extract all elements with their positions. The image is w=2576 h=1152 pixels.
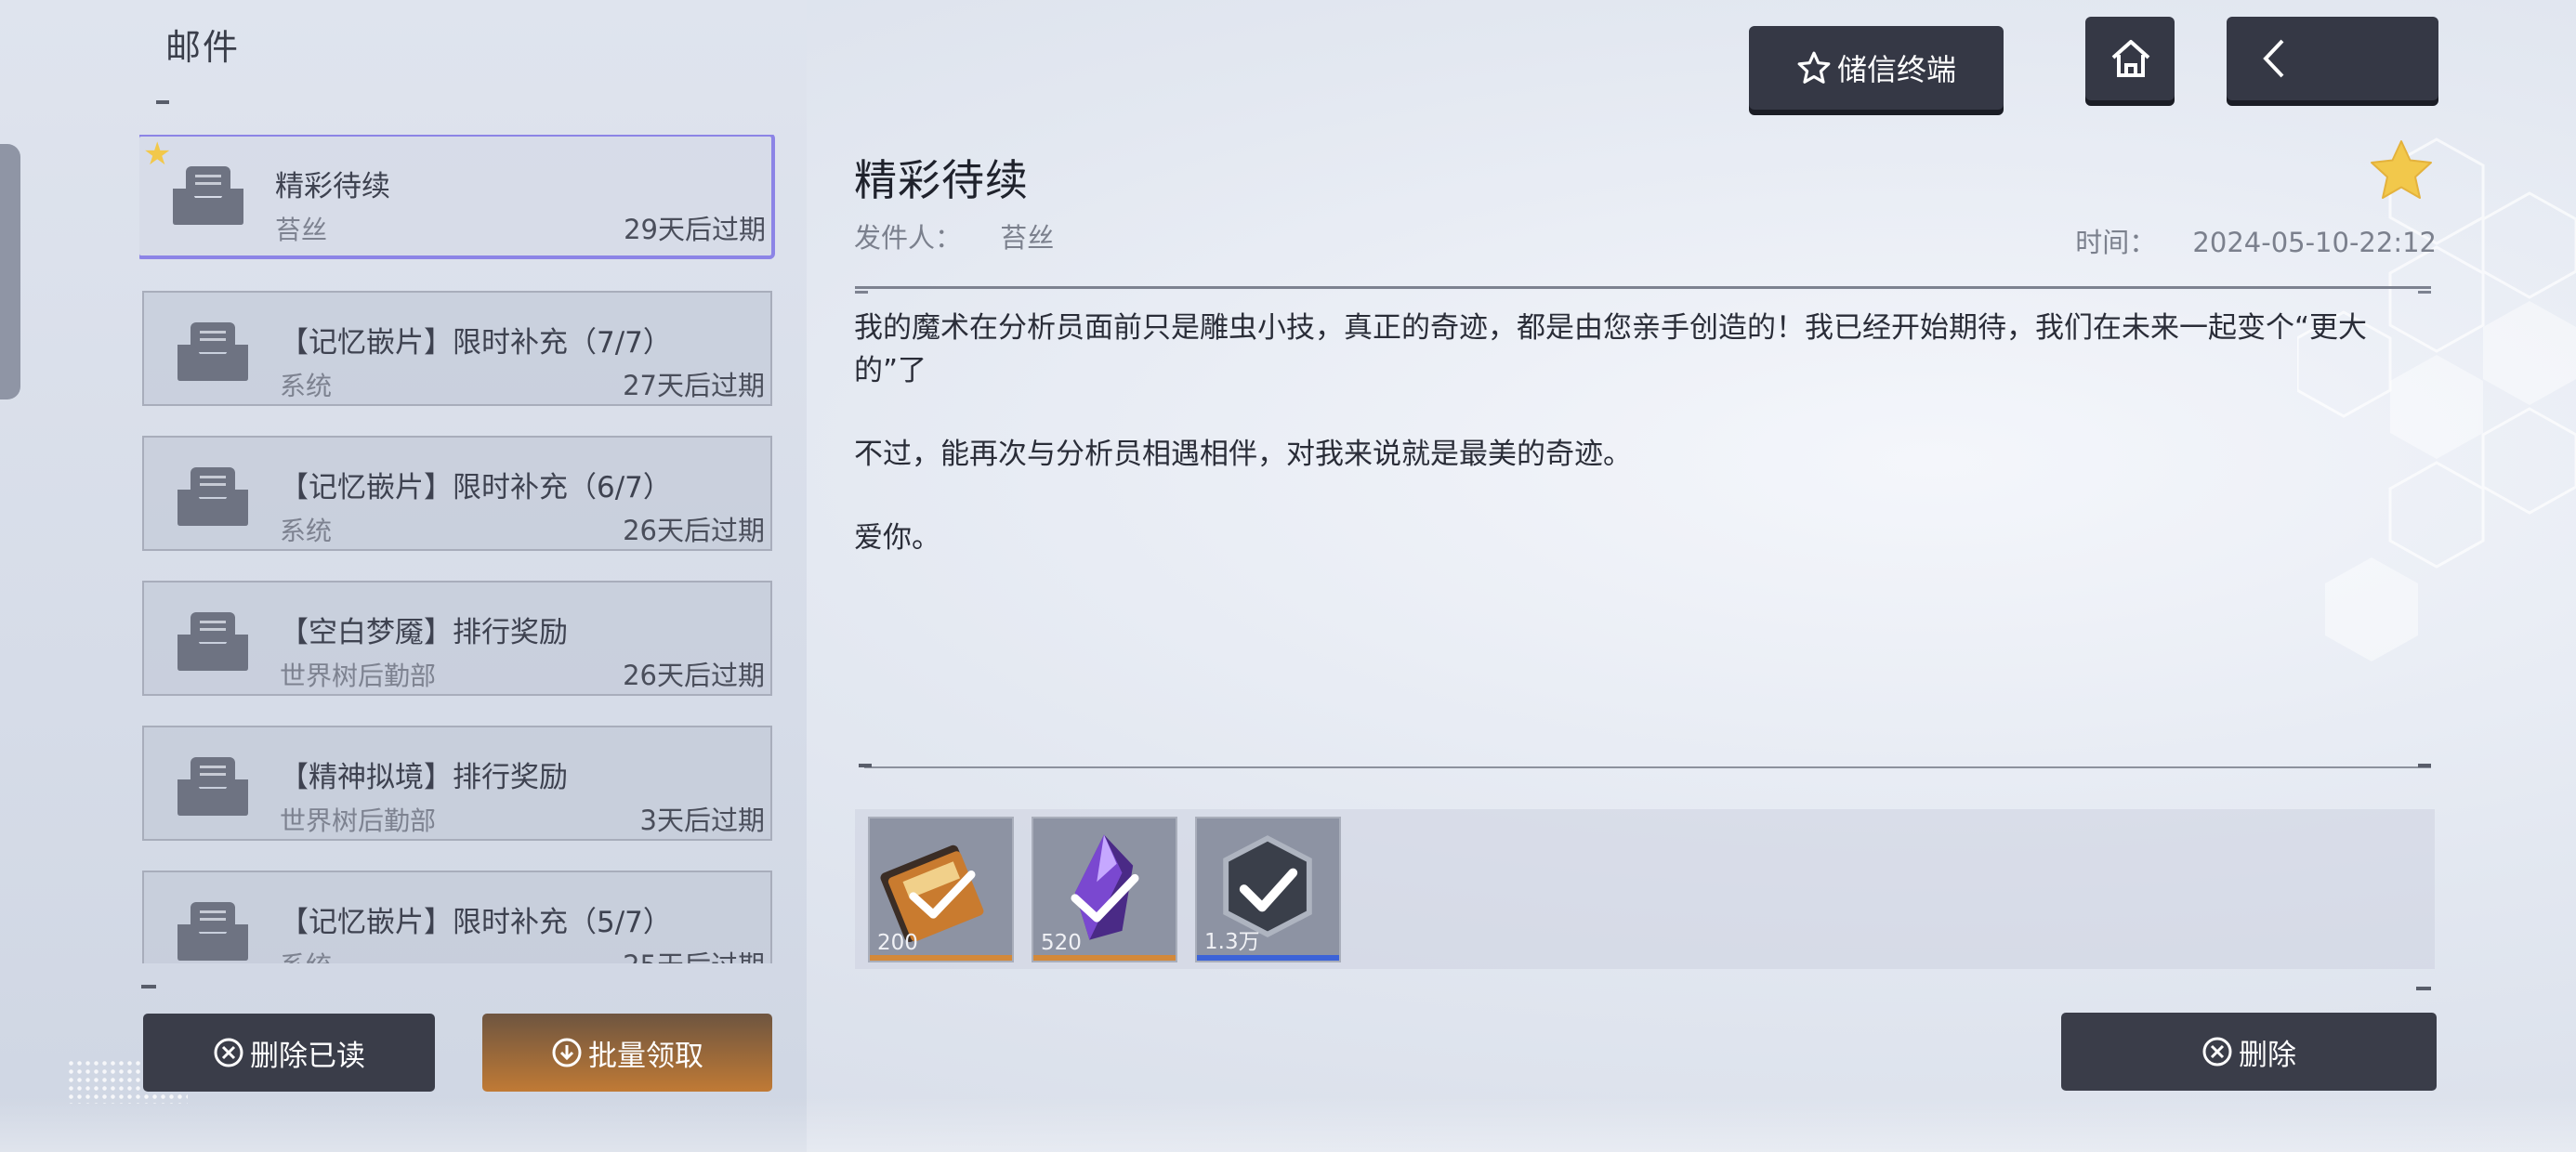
rarity-bar	[1197, 955, 1339, 961]
favorite-star-icon[interactable]	[2368, 137, 2435, 204]
mail-body-paragraph: 我的魔术在分析员面前只是雕虫小技，真正的奇迹，都是由您亲手创造的！我已经开始期待…	[854, 311, 2368, 387]
home-icon	[2111, 40, 2150, 77]
mail-detail-time: 时间： 2024-05-10-22:12	[2075, 221, 2437, 260]
mail-item-title: 【记忆嵌片】限时补充（7/7）	[280, 326, 672, 360]
mail-item-title: 【精神拟境】排行奖励	[280, 761, 568, 794]
page-title: 邮件	[165, 27, 241, 68]
mail-detail-title: 精彩待续	[854, 155, 1029, 205]
time-label: 时间：	[2075, 227, 2157, 258]
claim-all-button[interactable]: 批量领取	[482, 1014, 772, 1092]
mail-list-item[interactable]: 【记忆嵌片】限时补充（6/7） 系统 26天后过期	[142, 436, 772, 551]
starred-star-icon: ★	[143, 136, 172, 173]
mail-detail-sender: 发件人： 苔丝	[854, 216, 1054, 255]
mail-body: 我的魔术在分析员面前只是雕虫小技，真正的奇迹，都是由您亲手创造的！我已经开始期待…	[854, 307, 2415, 600]
mail-item-title: 精彩待续	[275, 170, 390, 203]
mail-item-expiry: 3天后过期	[639, 805, 765, 836]
mail-item-sender: 世界树后勤部	[280, 805, 437, 836]
delete-button[interactable]: 删除	[2061, 1013, 2437, 1091]
mail-list-item[interactable]: 【记忆嵌片】限时补充（5/7） 系统 25天后过期	[142, 871, 772, 963]
mail-item-expiry: 25天后过期	[623, 944, 765, 963]
close-circle-icon	[2202, 1037, 2232, 1067]
rarity-bar	[1033, 955, 1176, 961]
star-outline-icon	[1797, 51, 1831, 84]
side-drawer-tab[interactable]	[0, 144, 20, 399]
attachment-count: 520	[1041, 931, 1082, 955]
attachments-panel: 200 520 1.3万	[855, 809, 2435, 969]
mail-item-title: 【空白梦魇】排行奖励	[280, 616, 568, 649]
mail-list-item[interactable]: ★ 精彩待续苔丝 29天后过期	[139, 135, 775, 259]
rarity-bar	[870, 955, 1012, 961]
detail-divider-top	[855, 286, 2431, 294]
mail-item-expiry: 27天后过期	[623, 370, 765, 401]
delete-read-button[interactable]: 删除已读	[143, 1014, 435, 1092]
attachment-count: 200	[877, 931, 918, 955]
home-button[interactable]	[2085, 17, 2175, 100]
mail-item-sender: 系统	[280, 516, 333, 546]
title-tick-decoration	[156, 100, 169, 104]
mail-item-sender: 系统	[280, 946, 332, 963]
back-button[interactable]	[2227, 17, 2438, 100]
mailbox-tray-icon	[177, 757, 248, 816]
list-tick-decoration	[141, 985, 156, 988]
chevron-left-icon	[2263, 39, 2284, 78]
terminal-label: 储信终端	[1836, 52, 1956, 87]
mail-body-paragraph: 不过，能再次与分析员相遇相伴，对我来说就是最美的奇迹。	[854, 438, 1632, 471]
terminal-button[interactable]: 储信终端	[1749, 26, 2004, 110]
right-tick-decoration	[2416, 987, 2431, 990]
mailbox-tray-icon	[173, 166, 243, 225]
attachment-item[interactable]: 520	[1032, 817, 1177, 962]
mail-item-sender: 世界树后勤部	[280, 661, 437, 691]
mailbox-tray-icon	[177, 612, 248, 671]
claim-all-label: 批量领取	[588, 1039, 703, 1073]
delete-read-label: 删除已读	[250, 1039, 365, 1073]
mail-item-expiry: 26天后过期	[623, 515, 765, 546]
mail-list-item[interactable]: 【精神拟境】排行奖励 世界树后勤部 3天后过期	[142, 726, 772, 841]
mail-item-sender: 苔丝	[275, 215, 328, 245]
mail-body-paragraph: 爱你。	[854, 521, 940, 555]
attachment-count: 1.3万	[1204, 930, 1260, 954]
mail-item-expiry: 26天后过期	[623, 660, 765, 691]
attachment-item[interactable]: 200	[868, 817, 1014, 962]
attachment-item[interactable]: 1.3万	[1195, 817, 1341, 962]
mailbox-tray-icon	[177, 322, 248, 381]
mail-list[interactable]: ★ 精彩待续 苔丝 29天后过期 【记忆嵌片】限时补充（7/7） 系统 27天后过期 【记忆嵌…	[139, 135, 776, 963]
sender-label: 发件人：	[854, 222, 963, 254]
sender-name: 苔丝	[1000, 222, 1055, 254]
mail-list-item[interactable]: 【记忆嵌片】限时补充（7/7） 系统 27天后过期	[142, 291, 772, 406]
mail-item-expiry: 29天后过期	[624, 214, 766, 245]
close-circle-icon	[214, 1038, 243, 1067]
mailbox-tray-icon	[177, 467, 248, 526]
mailbox-tray-icon	[177, 902, 248, 961]
mail-item-title: 【记忆嵌片】限时补充（5/7）	[280, 906, 672, 939]
time-value: 2024-05-10-22:12	[2192, 227, 2437, 258]
bottom-glow-strip	[0, 1096, 2576, 1152]
download-circle-icon	[552, 1038, 582, 1067]
detail-divider-bottom	[859, 764, 2431, 768]
mail-item-title: 【记忆嵌片】限时补充（6/7）	[280, 471, 672, 504]
mail-item-sender: 系统	[280, 371, 333, 401]
mail-list-item[interactable]: 【空白梦魇】排行奖励 世界树后勤部 26天后过期	[142, 581, 772, 696]
delete-label: 删除	[2239, 1038, 2296, 1072]
